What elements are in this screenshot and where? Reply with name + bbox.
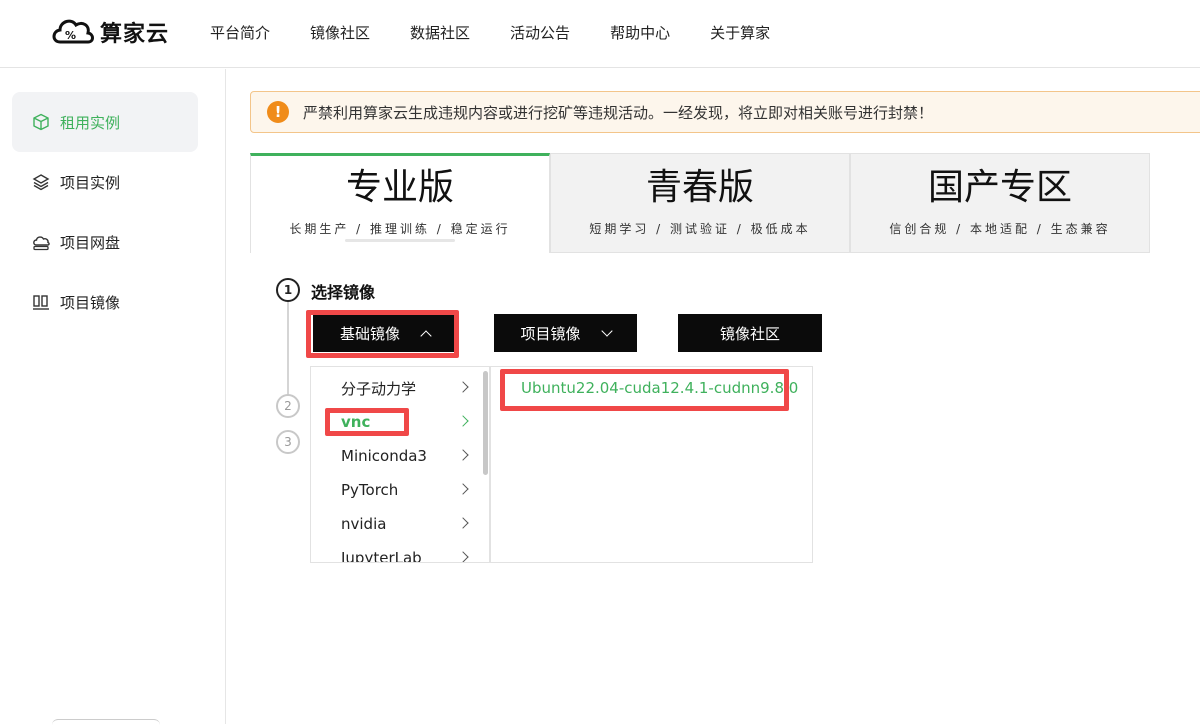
top-header: % 算家云 平台简介 镜像社区 数据社区 活动公告 帮助中心 关于算家 — [0, 0, 1200, 68]
category-item[interactable]: nvidia — [311, 507, 479, 541]
base-image-label: 基础镜像 — [339, 324, 400, 343]
warning-notice: ! 严禁利用算家云生成违规内容或进行挖矿等违规活动。一经发现，将立即对相关账号进… — [250, 91, 1200, 133]
tab-professional[interactable]: 专业版 长期生产 / 推理训练 / 稳定运行 — [250, 153, 550, 253]
svg-text:%: % — [65, 29, 76, 42]
category-item[interactable]: 分子动力学 — [311, 371, 479, 405]
layers-icon — [32, 173, 50, 191]
category-label: JupyterLab — [341, 549, 422, 563]
main-content: ! 严禁利用算家云生成违规内容或进行挖矿等违规活动。一经发现，将立即对相关账号进… — [227, 69, 1200, 724]
nav-help-center[interactable]: 帮助中心 — [610, 22, 670, 43]
chevron-right-icon — [457, 551, 469, 562]
category-label: vnc — [341, 413, 371, 431]
category-item[interactable]: Miniconda3 — [311, 439, 479, 473]
chevron-down-icon — [600, 325, 613, 337]
tab-subtitle: 信创合规 / 本地适配 / 生态兼容 — [889, 222, 1111, 236]
sidebar-item-project-instance[interactable]: 项目实例 — [12, 152, 198, 212]
category-label: Miniconda3 — [341, 447, 427, 465]
chevron-right-icon — [457, 449, 469, 461]
base-image-button[interactable]: 基础镜像 — [313, 314, 457, 352]
category-label: nvidia — [341, 515, 387, 533]
notice-text: 严禁利用算家云生成违规内容或进行挖矿等违规活动。一经发现，将立即对相关账号进行封… — [303, 103, 934, 122]
chevron-up-icon — [420, 329, 432, 342]
category-label: 分子动力学 — [341, 379, 417, 398]
version-list: Ubuntu22.04-cuda12.4.1-cudnn9.8.0 — [490, 366, 813, 563]
brand-logo[interactable]: % 算家云 — [50, 14, 169, 50]
image-community-button[interactable]: 镜像社区 — [678, 314, 822, 352]
chevron-right-icon — [457, 483, 469, 495]
tab-subtitle: 长期生产 / 推理训练 / 稳定运行 — [289, 222, 511, 236]
tab-domestic[interactable]: 国产专区 信创合规 / 本地适配 / 生态兼容 — [850, 153, 1150, 253]
tab-underline — [345, 239, 455, 242]
cube-icon — [32, 113, 50, 131]
category-scrollbar[interactable] — [483, 371, 488, 475]
image-grid-icon — [32, 293, 50, 311]
sidebar-item-label: 项目镜像 — [60, 293, 121, 312]
cloud-logo-icon: % — [50, 14, 96, 50]
cloud-drive-icon — [32, 233, 50, 251]
nav-data-community[interactable]: 数据社区 — [410, 22, 470, 43]
image-community-label: 镜像社区 — [719, 324, 780, 343]
tab-subtitle: 短期学习 / 测试验证 / 极低成本 — [589, 222, 811, 236]
sidebar-item-project-drive[interactable]: 项目网盘 — [12, 212, 198, 272]
category-item-selected[interactable]: vnc — [311, 405, 479, 439]
warning-icon: ! — [267, 101, 289, 123]
nav-announcements[interactable]: 活动公告 — [510, 22, 570, 43]
nav-about[interactable]: 关于算家 — [710, 22, 770, 43]
brand-name: 算家云 — [100, 22, 170, 47]
category-list: 分子动力学 vnc Miniconda3 PyTorch nvidia Jupy… — [310, 366, 490, 563]
sidebar-item-label: 项目网盘 — [60, 233, 121, 252]
step-1-indicator: 1 — [276, 278, 300, 302]
tab-youth[interactable]: 青春版 短期学习 / 测试验证 / 极低成本 — [550, 153, 850, 253]
step-3-indicator: 3 — [276, 430, 300, 454]
chevron-right-icon — [457, 517, 469, 529]
tab-title: 专业版 — [345, 167, 454, 208]
edition-tabs: 专业版 长期生产 / 推理训练 / 稳定运行 青春版 短期学习 / 测试验证 /… — [250, 153, 1151, 253]
project-image-button[interactable]: 项目镜像 — [494, 314, 637, 352]
project-image-label: 项目镜像 — [520, 324, 581, 343]
nav-mirror-community[interactable]: 镜像社区 — [310, 22, 370, 43]
main-nav: 平台简介 镜像社区 数据社区 活动公告 帮助中心 关于算家 — [210, 22, 810, 43]
chevron-right-icon — [457, 381, 469, 393]
sidebar-item-label: 项目实例 — [60, 173, 121, 192]
category-label: PyTorch — [341, 481, 399, 499]
tab-title: 国产专区 — [927, 167, 1072, 208]
chevron-right-icon — [457, 415, 469, 427]
category-item[interactable]: JupyterLab — [311, 541, 479, 563]
tab-title: 青春版 — [645, 167, 754, 208]
step-1-label: 选择镜像 — [311, 283, 376, 302]
sidebar: 租用实例 项目实例 项目网盘 项目镜像 — [0, 69, 226, 724]
category-item[interactable]: PyTorch — [311, 473, 479, 507]
sidebar-item-rent-instance[interactable]: 租用实例 — [12, 92, 198, 152]
version-item[interactable]: Ubuntu22.04-cuda12.4.1-cudnn9.8.0 — [521, 379, 798, 397]
step-2-indicator: 2 — [276, 394, 300, 418]
sidebar-item-project-image[interactable]: 项目镜像 — [12, 272, 198, 332]
sidebar-item-label: 租用实例 — [60, 113, 121, 132]
nav-platform-intro[interactable]: 平台简介 — [210, 22, 270, 43]
step-connector — [287, 301, 289, 405]
sidebar-bottom-handle — [52, 719, 160, 727]
